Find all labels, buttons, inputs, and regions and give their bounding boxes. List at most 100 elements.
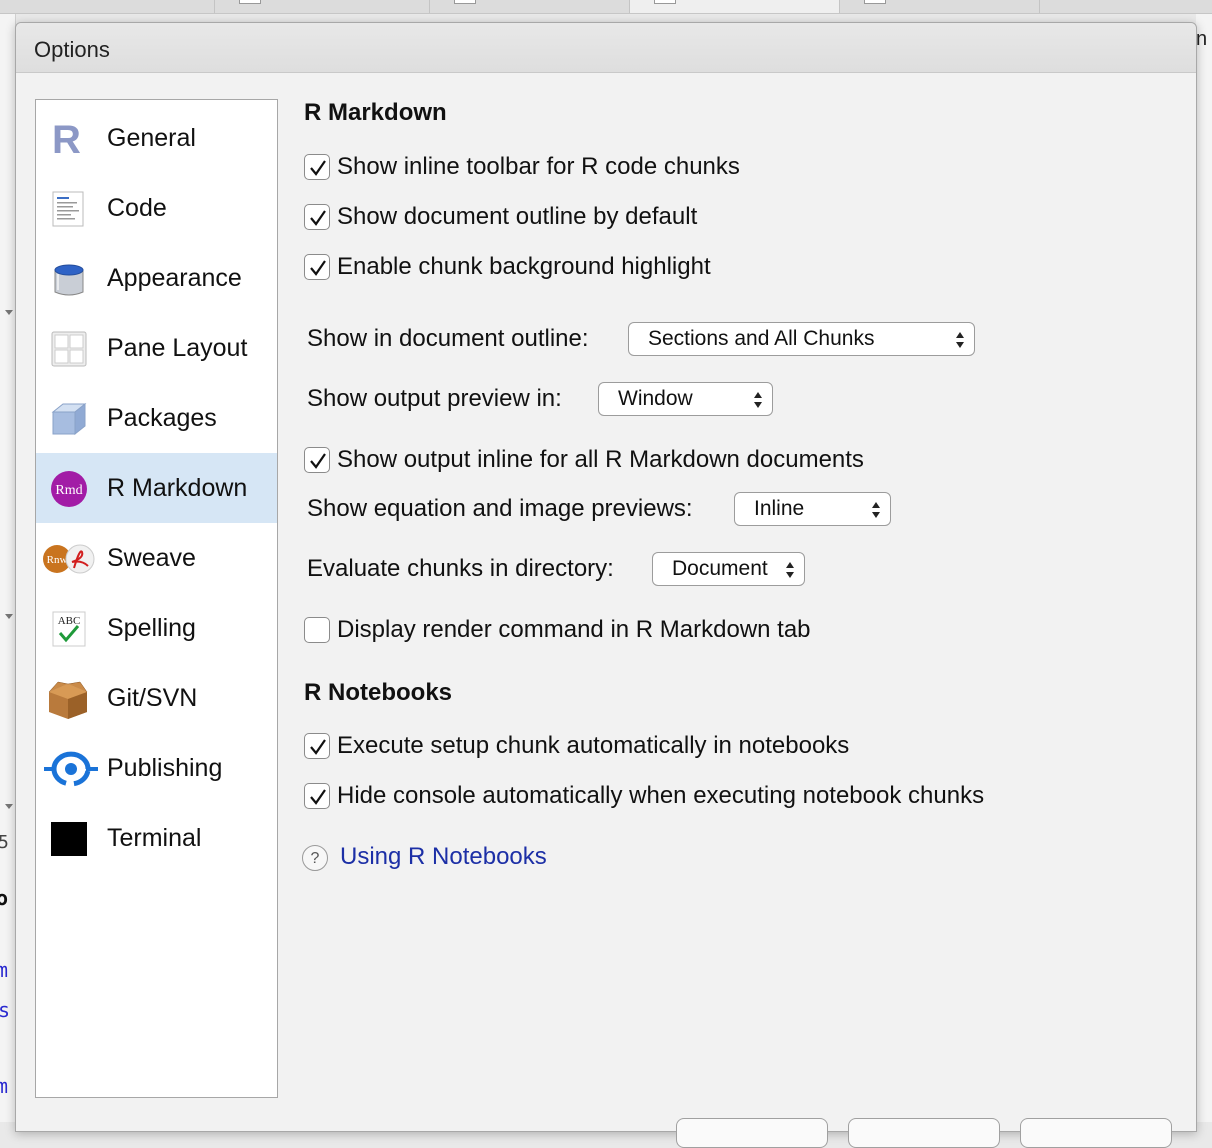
section-title-r-markdown: R Markdown <box>304 99 447 126</box>
section-title-r-notebooks: R Notebooks <box>304 679 453 706</box>
sidebar-item-publishing[interactable]: Publishing <box>36 733 277 803</box>
options-sidebar: R General Code Appearance Pane Layout Pa… <box>35 99 278 1098</box>
help-link-row: ? Using R Notebooks <box>302 843 602 875</box>
checkbox-label: Enable chunk background highlight <box>337 253 711 280</box>
using-r-notebooks-link[interactable]: Using R Notebooks <box>340 843 547 871</box>
footer-button[interactable] <box>676 1118 828 1148</box>
background-tab <box>430 0 630 13</box>
background-text: m <box>0 958 9 982</box>
sidebar-item-label: Code <box>107 194 167 222</box>
sidebar-item-git-svn[interactable]: Git/SVN <box>36 663 277 733</box>
background-tab <box>215 0 430 13</box>
sidebar-item-label: Git/SVN <box>107 684 198 712</box>
background-tab <box>0 0 215 13</box>
git-box-icon <box>46 680 90 719</box>
checkbox-output-inline[interactable] <box>304 447 330 473</box>
select-value: Window <box>618 387 693 410</box>
checkbox-row-inline-toolbar[interactable]: Show inline toolbar for R code chunks <box>304 152 784 182</box>
publishing-icon <box>44 750 98 788</box>
sidebar-item-general[interactable]: R General <box>36 103 277 173</box>
checkbox-render-command[interactable] <box>304 617 330 643</box>
background-tab <box>840 0 1040 13</box>
footer-button[interactable] <box>1020 1118 1172 1148</box>
select-value: Sections and All Chunks <box>648 327 875 350</box>
sidebar-item-label: Sweave <box>107 544 196 572</box>
checkmark-icon <box>310 739 326 755</box>
options-dialog: Options R General Code Appearance Pane L… <box>15 22 1197 1148</box>
dialog-title: Options <box>34 37 110 62</box>
sidebar-item-appearance[interactable]: Appearance <box>36 243 277 313</box>
sidebar-item-sweave[interactable]: Rnw Sweave <box>36 523 277 593</box>
checkbox-label: Show output inline for all R Markdown do… <box>337 446 864 473</box>
rmd-icon: Rmd <box>50 470 88 508</box>
sidebar-item-packages[interactable]: Packages <box>36 383 277 453</box>
background-tab-strip <box>0 0 1212 14</box>
sidebar-item-label: Appearance <box>107 264 242 292</box>
select-arrows-icon <box>956 332 964 348</box>
checkmark-icon <box>310 260 326 276</box>
code-document-icon <box>50 190 88 228</box>
select-arrows-icon <box>872 502 880 518</box>
sidebar-item-label: Spelling <box>107 614 196 642</box>
document-outline-select[interactable]: Sections and All Chunks <box>628 322 975 356</box>
checkbox-row-setup-chunk[interactable]: Execute setup chunk automatically in not… <box>304 731 904 761</box>
eval-directory-select[interactable]: Document <box>652 552 805 586</box>
help-icon[interactable]: ? <box>302 845 328 871</box>
checkbox-row-hide-console[interactable]: Hide console automatically when executin… <box>304 781 1054 811</box>
sidebar-item-pane-layout[interactable]: Pane Layout <box>36 313 277 383</box>
checkmark-icon <box>310 453 326 469</box>
paint-bucket-icon <box>50 260 88 298</box>
checkbox-chunk-highlight[interactable] <box>304 254 330 280</box>
checkmark-icon <box>310 160 326 176</box>
background-text: s <box>0 998 11 1022</box>
checkbox-row-chunk-highlight[interactable]: Enable chunk background highlight <box>304 252 754 282</box>
sidebar-item-code[interactable]: Code <box>36 173 277 243</box>
checkbox-row-document-outline[interactable]: Show document outline by default <box>304 202 744 232</box>
package-box-icon <box>50 400 88 438</box>
sidebar-item-label: General <box>107 124 196 152</box>
background-text: o <box>0 886 9 910</box>
select-arrows-icon <box>754 392 762 408</box>
checkmark-icon <box>310 789 326 805</box>
checkbox-row-output-inline[interactable]: Show output inline for all R Markdown do… <box>304 445 924 475</box>
field-label: Show equation and image previews: <box>307 495 693 522</box>
checkbox-label: Show inline toolbar for R code chunks <box>337 153 740 180</box>
sidebar-item-label: Terminal <box>107 824 202 852</box>
sidebar-item-spelling[interactable]: ABC Spelling <box>36 593 277 663</box>
background-text: 5 <box>0 832 9 853</box>
checkbox-row-render-command[interactable]: Display render command in R Markdown tab <box>304 615 864 645</box>
collapse-arrow-icon <box>5 804 13 809</box>
pane-layout-icon <box>50 330 88 368</box>
terminal-icon <box>50 820 88 858</box>
sidebar-item-label: Packages <box>107 404 217 432</box>
rmd-badge-text: Rmd <box>55 483 82 498</box>
r-markdown-options-pane: R Markdown Show inline toolbar for R cod… <box>302 99 1182 1099</box>
sweave-icon: Rnw <box>42 540 96 578</box>
field-label: Show output preview in: <box>307 385 562 412</box>
output-preview-select[interactable]: Window <box>598 382 773 416</box>
sidebar-item-r-markdown[interactable]: Rmd R Markdown <box>36 453 277 523</box>
field-row-output-preview: Show output preview in: Window <box>307 382 787 416</box>
sidebar-item-label: Pane Layout <box>107 334 248 362</box>
svg-text:R: R <box>52 120 81 158</box>
checkbox-label: Hide console automatically when executin… <box>337 782 985 809</box>
background-left-pane: 5 o m s m <box>0 14 16 1122</box>
field-row-eval-directory: Evaluate chunks in directory: Document <box>307 552 827 586</box>
checkbox-hide-console[interactable] <box>304 783 330 809</box>
rnw-badge-text: Rnw <box>47 554 68 566</box>
checkbox-label: Execute setup chunk automatically in not… <box>337 732 850 759</box>
checkmark-icon <box>310 210 326 226</box>
sidebar-item-terminal[interactable]: Terminal <box>36 803 277 873</box>
field-label: Show in document outline: <box>307 325 589 352</box>
checkbox-setup-chunk[interactable] <box>304 733 330 759</box>
field-label: Evaluate chunks in directory: <box>307 555 614 582</box>
footer-button[interactable] <box>848 1118 1000 1148</box>
equation-previews-select[interactable]: Inline <box>734 492 891 526</box>
checkbox-inline-toolbar[interactable] <box>304 154 330 180</box>
field-row-document-outline: Show in document outline: Sections and A… <box>307 322 987 356</box>
checkbox-document-outline[interactable] <box>304 204 330 230</box>
spelling-icon: ABC <box>50 610 88 648</box>
dialog-titlebar[interactable]: Options <box>16 23 1196 73</box>
background-right-pane: n <box>1196 14 1212 1122</box>
select-value: Inline <box>754 497 805 520</box>
